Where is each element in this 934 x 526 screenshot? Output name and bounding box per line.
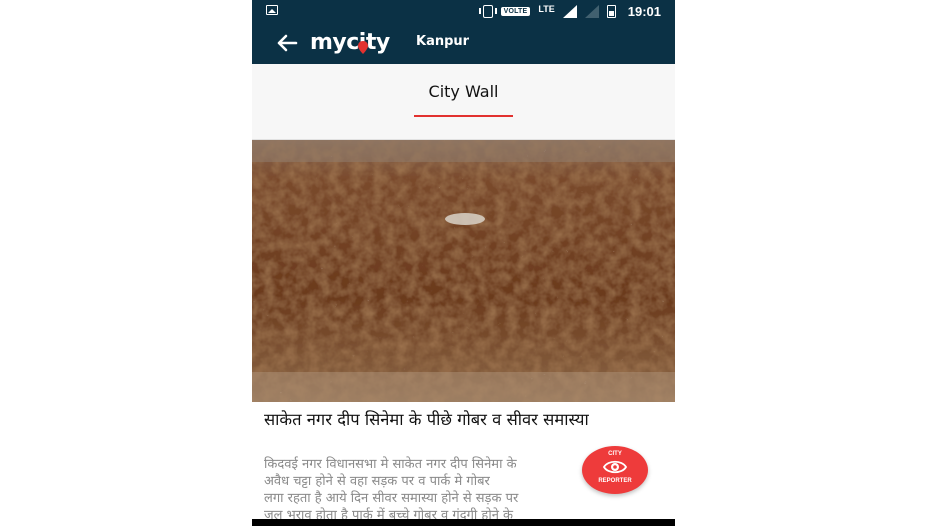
eye-icon (603, 460, 627, 474)
post-image[interactable] (252, 140, 675, 402)
vibrate-icon (478, 4, 497, 18)
signal-icon (562, 4, 577, 18)
battery-icon (606, 4, 616, 18)
city-name[interactable]: Kanpur (416, 34, 469, 49)
post-headline[interactable]: साकेत नगर दीप सिनेमा के पीछे गोबर व सीवर… (264, 409, 664, 430)
tab-indicator (414, 115, 513, 117)
volte-badge: VOLTE (500, 6, 531, 16)
status-bar: VOLTE LTE 19:01 (252, 0, 675, 22)
fab-bottom-label: REPORTER (598, 478, 632, 484)
logo-prefix: my (310, 29, 347, 55)
tab-bar: City Wall (252, 64, 675, 140)
tab-city-wall[interactable]: City Wall (252, 82, 675, 101)
map-pin-icon (358, 41, 368, 54)
network-type: LTE (538, 3, 555, 14)
bottom-edge (252, 519, 675, 526)
app-logo: my city (310, 25, 390, 59)
arrow-left-icon[interactable] (276, 33, 298, 53)
gallery-notification-icon (266, 5, 278, 15)
clock: 19:01 (627, 3, 661, 19)
fab-top-label: CITY (608, 451, 622, 457)
signal-empty-icon (584, 4, 599, 18)
phone-screen: VOLTE LTE 19:01 my city Kanpur City Wall (252, 0, 675, 526)
status-icons: VOLTE LTE 19:01 (478, 0, 661, 22)
app-bar: my city Kanpur (252, 22, 675, 64)
city-reporter-button[interactable]: CITY REPORTER (582, 446, 648, 494)
